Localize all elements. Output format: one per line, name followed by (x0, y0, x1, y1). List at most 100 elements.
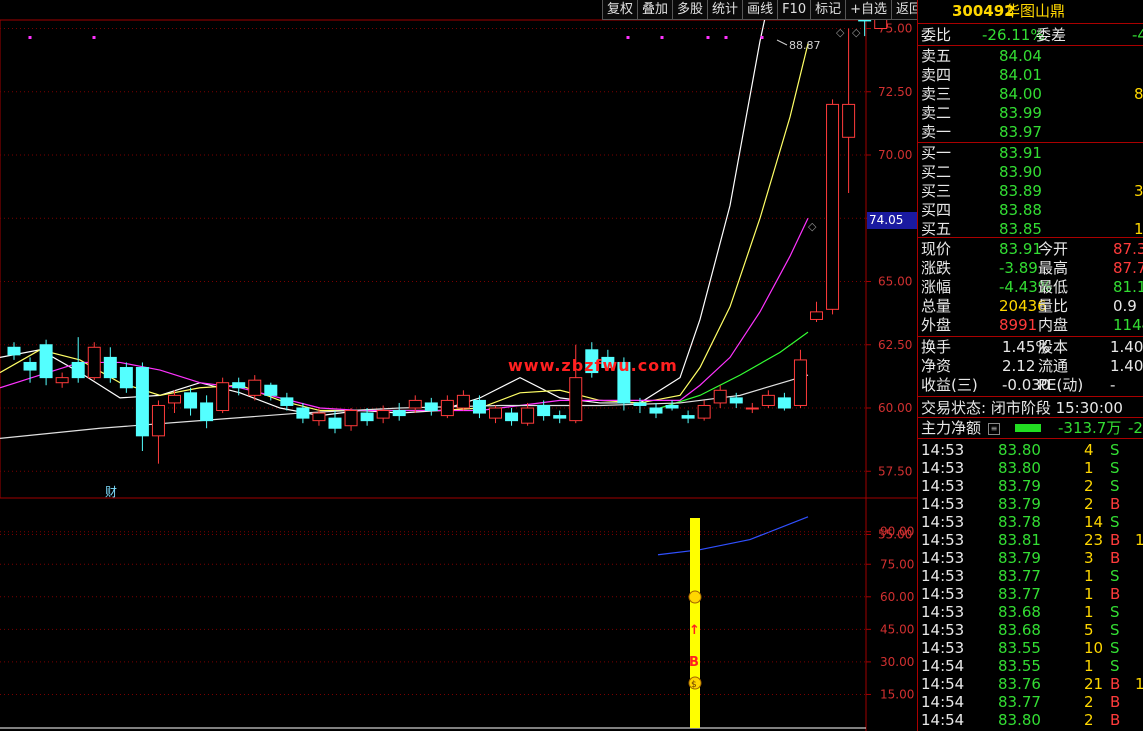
tick-row: 14:53 83.81 23 B 1 (918, 531, 1143, 550)
toolbar-button-fuquan[interactable]: 复权 (602, 0, 639, 20)
candle-body[interactable] (392, 410, 406, 417)
candle-body[interactable] (344, 410, 358, 427)
price-axis-label: 65.00 (878, 275, 912, 289)
candle-body[interactable] (569, 377, 583, 422)
toolbar-button-huaxian[interactable]: 画线 (742, 0, 779, 20)
toolbar-button-biaoji[interactable]: 标记 (810, 0, 847, 20)
candle-body[interactable] (537, 404, 551, 417)
candle-body[interactable] (71, 361, 85, 379)
candle-body[interactable] (232, 382, 246, 389)
candle-body[interactable] (761, 394, 775, 406)
chart-area[interactable]: 85.0082.5080.0077.5075.0072.5070.0067.50… (0, 0, 928, 731)
candle-body[interactable] (681, 415, 695, 419)
candle-body[interactable] (328, 417, 342, 429)
menu-icon[interactable]: ≡ (988, 423, 1000, 435)
tick-time: 14:53 (921, 621, 965, 639)
candle-body[interactable] (408, 399, 422, 409)
signal-dot (660, 36, 664, 39)
tick-row: 14:53 83.78 14 S (918, 513, 1143, 532)
weicha-label: 委差 (1036, 26, 1067, 44)
candle-body[interactable] (505, 412, 519, 422)
sell-level-label: 卖一 (921, 123, 952, 141)
toolbar-button-duogu[interactable]: 多股 (672, 0, 709, 20)
tick-volume: 2 (1084, 693, 1094, 711)
kline-chart[interactable]: 85.0082.5080.0077.5075.0072.5070.0067.50… (0, 0, 917, 731)
candle-body[interactable] (360, 412, 374, 422)
quote-stat-row: 总量 20436 量比 0.9 (918, 297, 1143, 316)
candle-body[interactable] (440, 399, 454, 417)
tick-price: 83.68 (998, 621, 1041, 639)
candle-body[interactable] (39, 344, 53, 379)
candle-body[interactable] (665, 404, 679, 409)
candle-body[interactable] (713, 389, 727, 404)
candle-body[interactable] (151, 404, 165, 437)
sell-level-label: 卖五 (921, 47, 952, 65)
financial-event-marker[interactable]: 财 (105, 483, 117, 500)
candle-body[interactable] (55, 377, 69, 384)
toolbar-button-f10[interactable]: F10 (777, 0, 812, 20)
buy-level-row: 买三 83.89 3 (918, 182, 1143, 201)
main-force-row[interactable]: 主力净额 ≡ -313.7万 -29 (918, 419, 1143, 438)
sell-level-price: 84.00 (999, 85, 1042, 103)
candle-body[interactable] (200, 402, 214, 422)
main-force-bar (1015, 424, 1041, 432)
stat-label: 最低 (1038, 278, 1069, 296)
tick-side: S (1110, 603, 1120, 621)
stock-name: 华图山鼎 (1005, 2, 1066, 20)
signal-dot (28, 36, 32, 39)
toolbar-button-add-watchlist[interactable]: +自选 (845, 0, 893, 20)
tick-time: 14:54 (921, 693, 965, 711)
candle-body[interactable] (184, 392, 198, 409)
candle-body[interactable] (842, 103, 856, 138)
candle-body[interactable] (489, 407, 502, 419)
candle-body[interactable] (135, 367, 149, 437)
tick-row: 14:53 83.77 1 S (918, 567, 1143, 586)
candle-body[interactable] (280, 397, 294, 406)
tick-volume: 4 (1084, 441, 1094, 459)
candle-body[interactable] (296, 407, 310, 419)
candle-body[interactable] (168, 394, 181, 404)
candle-body[interactable] (633, 402, 647, 406)
main-force-label: 主力净额 (921, 419, 982, 437)
candle-body[interactable] (456, 394, 470, 409)
tick-volume: 14 (1084, 513, 1104, 531)
candle-body[interactable] (103, 356, 117, 379)
tick-row: 14:54 83.80 2 B (918, 711, 1143, 730)
tick-side: S (1110, 513, 1120, 531)
buy-level-row: 买四 83.88 (918, 201, 1143, 220)
toolbar-button-diejia[interactable]: 叠加 (637, 0, 674, 20)
candle-body[interactable] (248, 379, 262, 396)
toolbar-button-tongji[interactable]: 统计 (707, 0, 744, 20)
tick-time: 14:54 (921, 711, 965, 729)
candle-body[interactable] (216, 382, 230, 412)
candle-body[interactable] (87, 346, 101, 379)
candle-body[interactable] (826, 103, 840, 310)
candle-body[interactable] (23, 361, 37, 371)
diamond-icon[interactable]: ◇ (852, 26, 861, 39)
candle-body[interactable] (521, 407, 535, 424)
candle-body[interactable] (264, 384, 278, 396)
tick-time: 14:54 (921, 675, 965, 693)
stat-value: -3.89 (999, 259, 1038, 277)
candle-body[interactable] (729, 397, 743, 404)
diamond-icon[interactable]: ◇ (808, 220, 817, 233)
candle-body[interactable] (793, 359, 807, 406)
tick-price: 83.55 (998, 657, 1041, 675)
diamond-icon[interactable]: ◇ (836, 26, 845, 39)
signal-dot (706, 36, 710, 39)
candle-body[interactable] (553, 415, 567, 419)
candle-body[interactable] (777, 397, 791, 409)
candle-body[interactable] (472, 399, 486, 414)
candle-body[interactable] (424, 402, 438, 412)
candle-body[interactable] (376, 410, 390, 419)
face-icon (688, 590, 702, 604)
candle-body[interactable] (119, 367, 133, 389)
stat-label: 内盘 (1038, 316, 1069, 334)
candle-body[interactable] (745, 407, 759, 410)
tick-time: 14:53 (921, 549, 965, 567)
candle-body[interactable] (649, 407, 663, 414)
candle-body[interactable] (312, 412, 326, 422)
candle-body[interactable] (7, 346, 21, 356)
candle-body[interactable] (810, 311, 823, 320)
candle-body[interactable] (697, 404, 711, 419)
